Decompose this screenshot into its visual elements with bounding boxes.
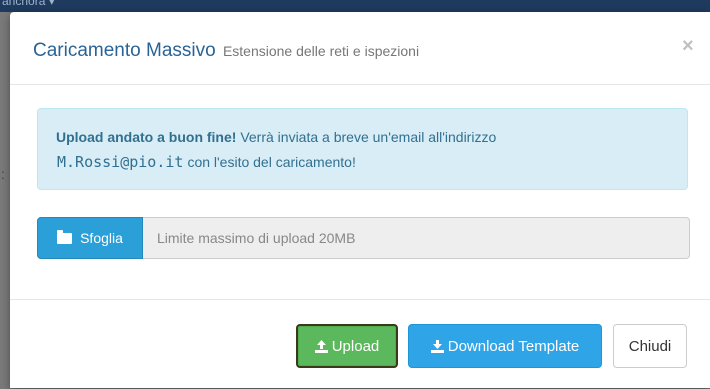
success-alert: Upload andato a buon fine! Verrà inviata… — [37, 108, 688, 190]
modal-title-text: Caricamento Massivo — [33, 40, 216, 61]
folder-open-icon — [57, 229, 73, 244]
modal-title: Caricamento Massivo Estensione delle ret… — [33, 40, 419, 62]
alert-message-line2: M.Rossi@pio.it con l'esito del caricament… — [57, 153, 356, 172]
close-label: Chiudi — [628, 337, 672, 355]
browse-button[interactable]: Sfoglia — [37, 217, 143, 259]
upload-label: Upload — [331, 337, 380, 355]
alert-message-line1: Upload andato a buon fine! Verrà inviata… — [56, 129, 496, 145]
download-icon — [430, 339, 444, 353]
modal-footer: Upload Download Template Chiudi — [10, 299, 710, 389]
alert-email: M.Rossi@pio.it — [57, 153, 184, 171]
close-icon[interactable]: × — [682, 36, 694, 56]
file-path-input[interactable] — [143, 217, 690, 259]
background-menu-label: anchora ▾ — [2, 0, 55, 8]
download-label: Download Template — [447, 337, 580, 355]
close-button[interactable]: Chiudi — [613, 324, 687, 368]
background-side-glyph: : — [1, 166, 5, 182]
alert-text-part1: Verrà inviata a breve un'email all'indir… — [236, 129, 497, 145]
file-upload-group: Sfoglia — [37, 217, 690, 259]
alert-bold-text: Upload andato a buon fine! — [56, 129, 237, 145]
alert-text-part2: con l'esito del caricamento! — [187, 154, 356, 170]
modal-header: Caricamento Massivo Estensione delle ret… — [10, 12, 710, 85]
upload-icon — [314, 339, 328, 353]
upload-modal: Caricamento Massivo Estensione delle ret… — [10, 12, 710, 388]
background-navbar: anchora ▾ — [0, 0, 710, 12]
upload-button[interactable]: Upload — [296, 324, 398, 368]
modal-subtitle: Estensione delle reti e ispezioni — [222, 43, 420, 59]
browse-label: Sfoglia — [80, 230, 123, 246]
download-template-button[interactable]: Download Template — [408, 324, 602, 368]
